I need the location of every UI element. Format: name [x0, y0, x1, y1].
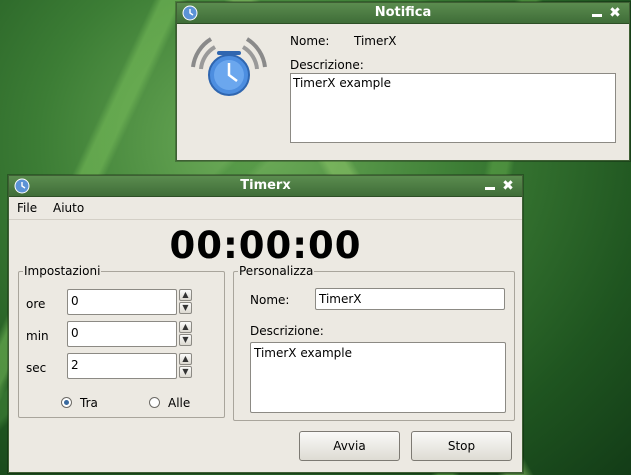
- menubar: File Aiuto: [9, 197, 522, 220]
- timerx-titlebar[interactable]: Timerx ✖: [9, 176, 522, 197]
- ore-label: ore: [26, 297, 46, 311]
- close-icon[interactable]: ✖: [607, 5, 623, 21]
- timerx-title: Timerx: [240, 178, 291, 193]
- avvia-button[interactable]: Avvia: [299, 431, 400, 461]
- menu-aiuto[interactable]: Aiuto: [53, 201, 84, 215]
- personalizza-desc-input[interactable]: TimerX example: [250, 342, 506, 413]
- radio-tra-label: Tra: [80, 396, 98, 410]
- min-up-icon[interactable]: ▲: [179, 321, 192, 333]
- minimize-icon[interactable]: [482, 178, 498, 194]
- min-down-icon[interactable]: ▼: [179, 334, 192, 346]
- time-display: 00:00:00: [169, 224, 362, 267]
- notifica-desc-label: Descrizione:: [290, 58, 364, 72]
- min-input[interactable]: 0: [67, 321, 177, 347]
- ore-input[interactable]: 0: [67, 289, 177, 315]
- notifica-desc-box: TimerX example: [290, 73, 616, 143]
- sec-spinbox: 2 ▲ ▼: [67, 353, 192, 379]
- impostazioni-legend: Impostazioni: [24, 264, 101, 278]
- close-icon[interactable]: ✖: [500, 178, 516, 194]
- notifica-titlebar[interactable]: Notifica ✖: [177, 3, 629, 24]
- radio-tra-indicator[interactable]: [61, 397, 72, 408]
- personalizza-name-label: Nome:: [250, 293, 290, 307]
- sec-down-icon[interactable]: ▼: [179, 366, 192, 378]
- alarm-clock-icon: [191, 37, 267, 96]
- clock-icon: [14, 178, 30, 194]
- timerx-window: Timerx ✖ File Aiuto 00:00:00 Impostazion…: [8, 175, 523, 473]
- sec-label: sec: [26, 361, 47, 375]
- menu-file[interactable]: File: [17, 201, 37, 215]
- radio-alle-indicator[interactable]: [149, 397, 160, 408]
- notifica-desc-value: TimerX example: [293, 76, 391, 90]
- ore-down-icon[interactable]: ▼: [179, 302, 192, 314]
- notifica-title: Notifica: [374, 5, 432, 20]
- radio-alle-label: Alle: [168, 396, 191, 410]
- minimize-icon[interactable]: [589, 5, 605, 21]
- personalizza-name-input[interactable]: TimerX: [315, 288, 505, 310]
- personalizza-desc-label: Descrizione:: [250, 324, 324, 338]
- ore-spinbox: 0 ▲ ▼: [67, 289, 192, 315]
- ore-up-icon[interactable]: ▲: [179, 289, 192, 301]
- notifica-window: Notifica ✖ Nome: TimerX Descrizione: Tim…: [176, 2, 630, 161]
- stop-button[interactable]: Stop: [411, 431, 512, 461]
- notifica-name-label: Nome:: [290, 34, 330, 48]
- personalizza-legend: Personalizza: [239, 264, 314, 278]
- sec-up-icon[interactable]: ▲: [179, 353, 192, 365]
- notifica-name-value: TimerX: [354, 34, 397, 48]
- min-label: min: [26, 329, 49, 343]
- clock-icon: [182, 5, 198, 21]
- min-spinbox: 0 ▲ ▼: [67, 321, 192, 347]
- sec-input[interactable]: 2: [67, 353, 177, 379]
